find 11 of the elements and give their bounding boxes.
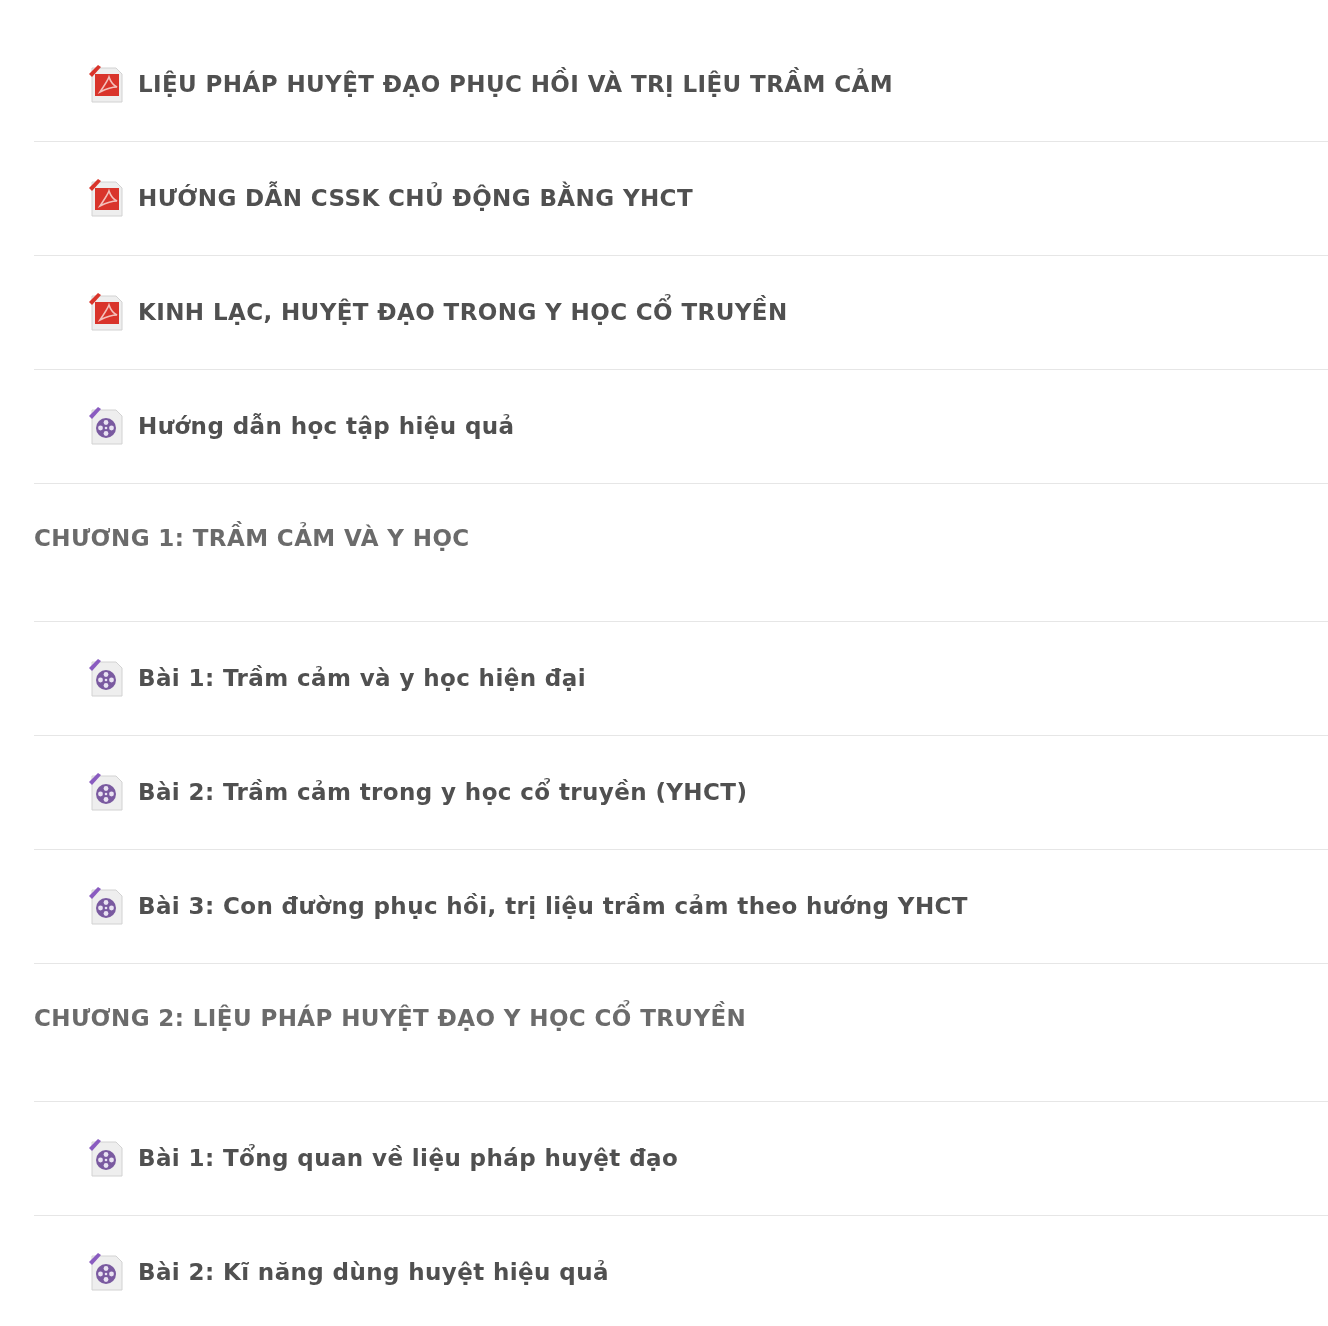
lesson-link[interactable]: Bài 2: Kĩ năng dùng huyệt hiệu quả xyxy=(138,1254,609,1291)
section-heading: CHƯƠNG 2: LIỆU PHÁP HUYỆT ĐẠO Y HỌC CỔ TRUYỀN xyxy=(34,1000,747,1037)
lesson-link[interactable]: HƯỚNG DẪN CSSK CHỦ ĐỘNG BẰNG YHCT xyxy=(138,180,693,217)
lesson-link[interactable]: Bài 3: Con đường phục hồi, trị liệu trầm cảm theo hướng YHCT xyxy=(138,888,968,925)
lesson-link[interactable]: KINH LẠC, HUYỆT ĐẠO TRONG Y HỌC CỔ TRUYỀN xyxy=(138,294,788,331)
lesson-link[interactable]: Hướng dẫn học tập hiệu quả xyxy=(138,408,515,445)
lesson-link[interactable]: Bài 2: Trầm cảm trong y học cổ truyền (YHCT) xyxy=(138,774,748,811)
lesson-link[interactable]: Bài 1: Trầm cảm và y học hiện đại xyxy=(138,660,586,697)
lesson-link[interactable]: Bài 1: Tổng quan về liệu pháp huyệt đạo xyxy=(138,1140,679,1177)
lesson-link[interactable]: LIỆU PHÁP HUYỆT ĐẠO PHỤC HỒI VÀ TRỊ LIỆU TRẦM CẢM xyxy=(138,66,893,103)
section-heading: CHƯƠNG 1: TRẦM CẢM VÀ Y HỌC xyxy=(34,520,470,557)
